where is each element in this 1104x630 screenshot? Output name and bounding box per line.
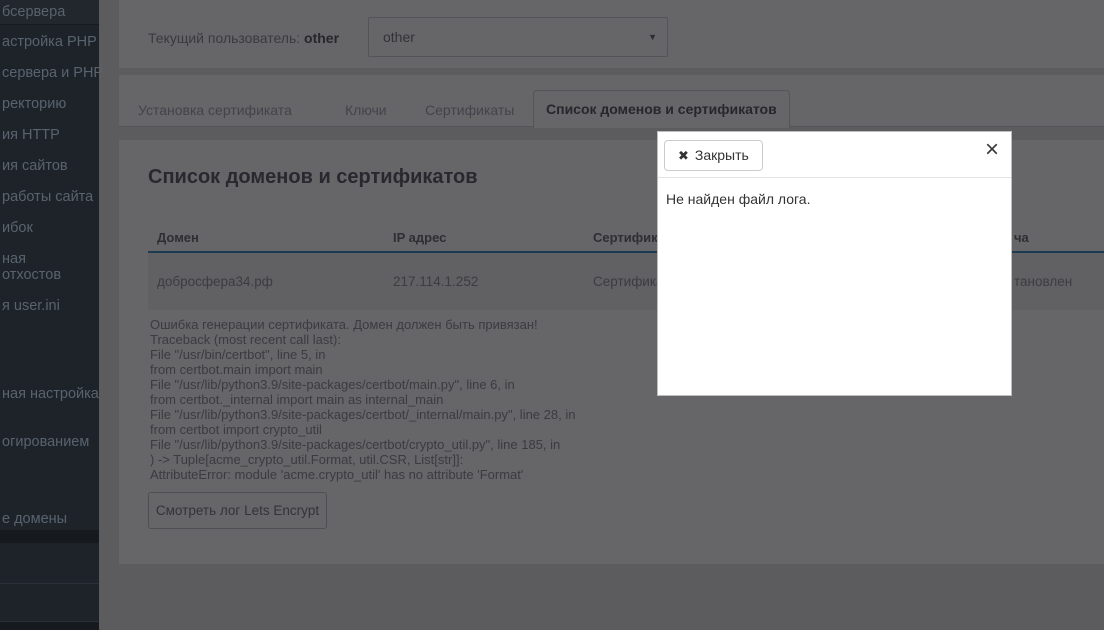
current-user-text: Текущий пользователь: — [148, 30, 300, 46]
column-header-fragment: ча — [1014, 230, 1029, 245]
error-log-line: AttributeError: module 'acme.crypto_util… — [150, 467, 575, 482]
sidebar-item[interactable]: ия HTTP — [2, 126, 60, 144]
sidebar-item[interactable]: астройка PHP — [2, 33, 97, 51]
tab-install-certificate[interactable]: Установка сертификата — [138, 102, 292, 118]
sidebar-item[interactable]: я user.ini — [2, 297, 60, 315]
cell-status-fragment: тановлен — [1014, 274, 1072, 289]
sidebar-item[interactable]: огированием — [2, 433, 89, 451]
sidebar: бсервера астройка PHP сервера и PHP рект… — [0, 0, 99, 630]
view-log-button[interactable]: Смотреть лог Lets Encrypt — [148, 492, 327, 529]
tab-bar: Установка сертификата Ключи Сертификаты … — [119, 75, 1104, 127]
sidebar-divider — [0, 24, 99, 25]
tab-label: Список доменов и сертификатов — [546, 101, 777, 117]
cell-domain: добросфера34.рф — [157, 274, 273, 289]
modal-close-label: Закрыть — [695, 147, 749, 163]
modal-message: Не найден файл лога. — [658, 178, 1011, 207]
error-log-line: ) -> Tuple[acme_crypto_util.Format, util… — [150, 452, 575, 467]
page-title: Список доменов и сертификатов — [148, 166, 478, 189]
column-header-ip: IP адрес — [393, 230, 446, 245]
error-log-line: from certbot import crypto_util — [150, 422, 575, 437]
screen: бсервера астройка PHP сервера и PHP рект… — [0, 0, 1104, 630]
sidebar-footer-strip — [0, 622, 99, 630]
error-log-line: from certbot.main import main — [150, 362, 575, 377]
tab-certificates[interactable]: Сертификаты — [425, 102, 514, 118]
user-select-value: other — [383, 29, 415, 45]
current-user-value: other — [304, 30, 339, 46]
error-log-line: Traceback (most recent call last): — [150, 332, 575, 347]
tab-keys[interactable]: Ключи — [345, 102, 387, 118]
chevron-down-icon: ▼ — [648, 32, 657, 42]
error-log: Ошибка генерации сертификата. Домен долж… — [150, 317, 575, 482]
error-log-line: from certbot._internal import main as in… — [150, 392, 575, 407]
sidebar-item[interactable]: ректорию — [2, 95, 66, 113]
sidebar-item[interactable]: ибок — [2, 219, 33, 237]
tab-domains-and-certificates[interactable]: Список доменов и сертификатов — [533, 90, 790, 128]
error-log-line: File "/usr/lib/python3.9/site-packages/c… — [150, 407, 575, 422]
error-log-line: File "/usr/lib/python3.9/site-packages/c… — [150, 437, 575, 452]
user-select[interactable]: other ▼ — [368, 17, 668, 57]
sidebar-item[interactable]: е домены — [2, 510, 67, 528]
column-header-domain: Домен — [157, 230, 199, 245]
log-modal: ✖ Закрыть × Не найден файл лога. — [657, 131, 1012, 396]
error-log-line: File "/usr/bin/certbot", line 5, in — [150, 347, 575, 362]
sidebar-item[interactable]: бсервера — [2, 3, 65, 21]
sidebar-divider — [0, 583, 99, 584]
cell-ip: 217.114.1.252 — [393, 274, 478, 289]
close-icon: ✖ — [678, 148, 689, 163]
error-log-line: File "/usr/lib/python3.9/site-packages/c… — [150, 377, 575, 392]
modal-close-button[interactable]: ✖ Закрыть — [664, 140, 763, 171]
sidebar-item[interactable]: отхостов — [2, 266, 61, 284]
error-log-line: Ошибка генерации сертификата. Домен долж… — [150, 317, 575, 332]
current-user-label: Текущий пользователь: other — [148, 30, 339, 46]
sidebar-footer-strip — [0, 530, 99, 543]
x-close-icon[interactable]: × — [985, 136, 999, 164]
sidebar-item[interactable]: ная настройка — [2, 385, 99, 403]
sidebar-item[interactable]: ия сайтов — [2, 157, 68, 175]
modal-header: ✖ Закрыть × — [658, 132, 1011, 178]
user-panel: Текущий пользователь: other other ▼ — [119, 0, 1104, 68]
sidebar-item[interactable]: сервера и PHP — [2, 64, 103, 82]
sidebar-item[interactable]: работы сайта — [2, 188, 93, 206]
